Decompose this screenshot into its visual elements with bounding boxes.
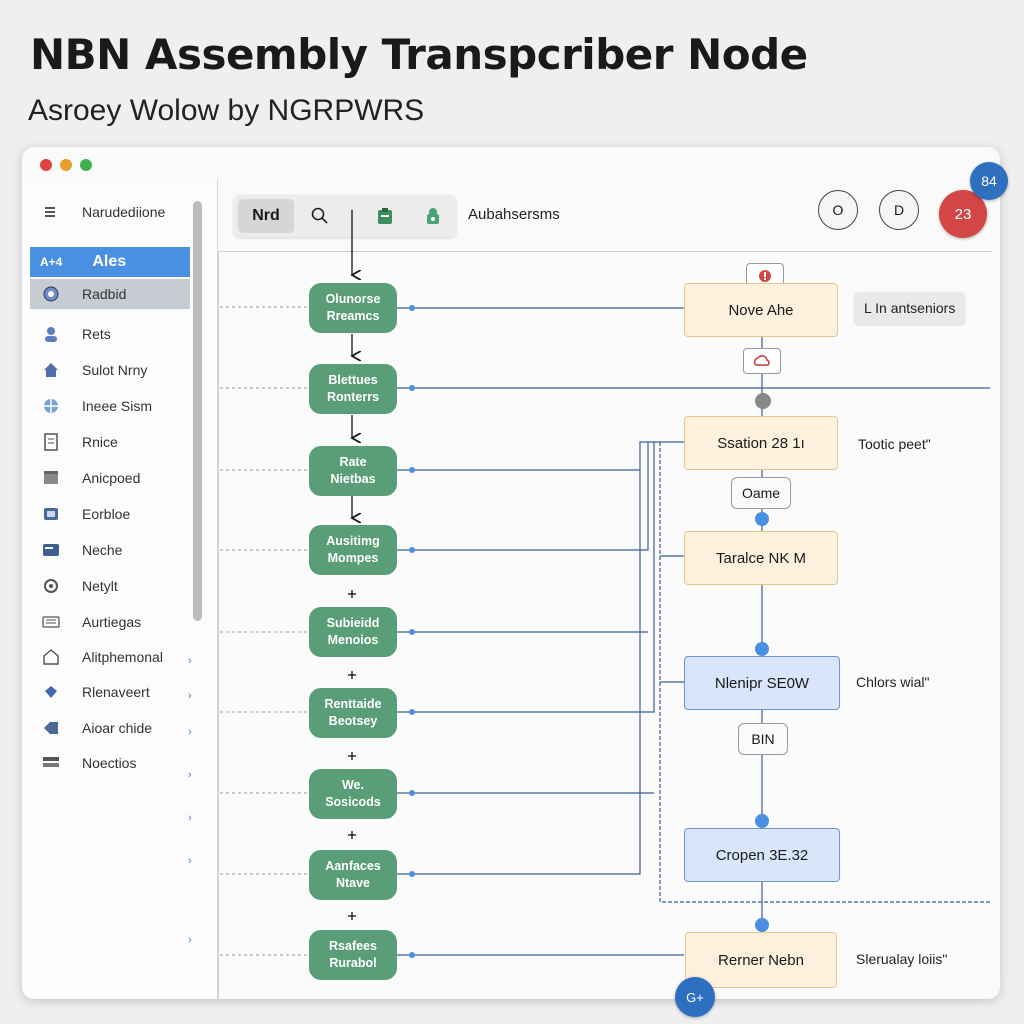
process-node[interactable]: Nove Ahe [684, 283, 838, 337]
flow-node[interactable]: Ausitimg Mompes [309, 525, 397, 575]
process-node[interactable]: Rerner Nebn [685, 932, 837, 988]
cloud-icon[interactable] [743, 348, 781, 374]
process-node[interactable]: Taralce NK M [684, 531, 838, 585]
count-badge[interactable]: 84 [970, 162, 1008, 200]
flow-node[interactable]: Rsafees Rurabol [309, 930, 397, 980]
flow-node[interactable]: Blettues Ronterrs [309, 364, 397, 414]
node-annotation: Chlors wial" [856, 674, 930, 690]
login-button[interactable]: G+ [675, 977, 715, 1017]
flow-node[interactable]: We. Sosicods [309, 769, 397, 819]
flow-connectors [220, 210, 990, 958]
process-node[interactable]: Cropen 3E.32 [684, 828, 840, 882]
flow-node[interactable]: Aanfaces Ntave [309, 850, 397, 900]
process-node[interactable]: Nlenipr SE0W [684, 656, 840, 710]
oame-chip[interactable]: Oame [731, 477, 791, 509]
process-node[interactable]: Ssation 28 1ı [684, 416, 838, 470]
flow-node[interactable]: Olunorse Rreamcs [309, 283, 397, 333]
bin-chip[interactable]: BIN [738, 723, 788, 755]
flow-node[interactable]: Rate Nietbas [309, 446, 397, 496]
node-annotation: Tootic peet" [858, 436, 931, 452]
flow-node[interactable]: Subieidd Menoios [309, 607, 397, 657]
node-annotation: L In antseniors [854, 292, 966, 324]
flow-node[interactable]: Renttaide Beotsey [309, 688, 397, 738]
node-annotation: Slerualay loiis" [856, 951, 948, 967]
